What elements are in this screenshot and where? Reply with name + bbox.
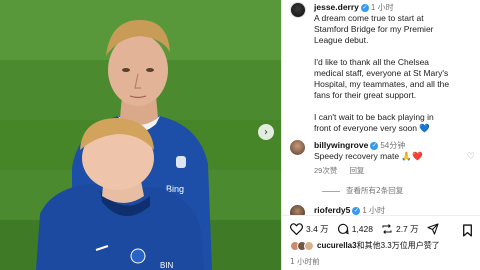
caption-line: Stamford Bridge for my Premier [314, 24, 434, 34]
comment-age: 1 小时 [362, 206, 386, 215]
bookmark-icon [463, 224, 472, 237]
like-button[interactable]: 3.4 万 [290, 223, 329, 235]
comment-likes[interactable]: 29次赞 [314, 166, 337, 175]
comment-button[interactable]: 1,428 [337, 223, 373, 235]
instagram-post-view: Bing BIN › jesse.derry ✓ 1 小时 A dream co… [0, 0, 480, 270]
caption-line: fans for their great support. [314, 90, 417, 100]
reply-button[interactable]: 回复 [349, 166, 364, 175]
liker-avatar [304, 240, 314, 251]
commenter-avatar[interactable] [290, 140, 305, 155]
verified-badge-icon: ✓ [352, 206, 361, 215]
caption-line: medical staff, everyone at St Mary's [314, 68, 449, 78]
author-username[interactable]: jesse.derry [314, 2, 359, 12]
verified-badge-icon: ✓ [370, 141, 379, 150]
verified-badge-icon: ✓ [360, 3, 369, 12]
svg-text:BIN: BIN [160, 261, 174, 270]
caption-line: League debut. [314, 35, 369, 45]
caption-line: Hospital, my teammates, and all the [314, 79, 450, 89]
post-photo: Bing BIN › [0, 0, 281, 270]
next-image-button[interactable]: › [258, 124, 274, 140]
players-illustration: Bing BIN [0, 0, 281, 270]
post-caption: jesse.derry ✓ 1 小时 A dream come true to st… [314, 2, 476, 134]
heart-outline-icon: ♡ [466, 152, 475, 162]
send-button[interactable] [427, 223, 442, 235]
post-author [290, 2, 306, 18]
send-icon [427, 223, 439, 235]
comment-icon [337, 223, 349, 235]
action-bar: 3.4 万 1,428 2.7 万 [290, 222, 473, 237]
likes-count: 3.4 万 [306, 224, 329, 234]
view-replies-label: 查看所有2条回复 [346, 186, 404, 195]
comment-body: billywingrove ✓ 54分钟 Speedy recovery mate … [314, 140, 464, 176]
heart-icon [290, 223, 303, 235]
blue-heart-emoji: 💙 [419, 123, 430, 133]
post-side-panel: jesse.derry ✓ 1 小时 A dream come true to st… [281, 0, 480, 270]
commenter-username[interactable]: billywingrove [314, 140, 368, 150]
commenter-username[interactable]: rioferdy5 [314, 205, 350, 215]
author-avatar[interactable] [290, 2, 306, 18]
comment-text: Speedy recovery mate 🙏❤️ [314, 151, 423, 161]
view-replies-button[interactable]: 查看所有2条回复 [322, 185, 403, 196]
comment-item: rioferdy5 ✓ 1 小时 [290, 205, 475, 215]
commenter-avatar[interactable] [290, 205, 305, 215]
liked-by-user[interactable]: cucurella3 [317, 241, 357, 250]
repost-icon [382, 224, 392, 234]
shares-count: 2.7 万 [395, 224, 419, 234]
section-divider [282, 215, 480, 216]
comments-count: 1,428 [351, 224, 373, 234]
caption-line: A dream come true to start at [314, 13, 424, 23]
comment-body: rioferdy5 ✓ 1 小时 [314, 205, 385, 215]
comment-meta: 29次赞 回复 [314, 165, 464, 176]
chevron-right-icon: › [264, 126, 268, 138]
replies-line-divider [322, 190, 340, 192]
caption-line: front of everyone very soon [314, 123, 418, 133]
repost-button[interactable]: 2.7 万 [381, 223, 419, 235]
caption-line: I can't wait to be back playing in [314, 112, 434, 122]
liked-by-rest: 和其他3.3万位用户赞了 [356, 241, 440, 250]
save-button[interactable] [462, 222, 473, 241]
post-age: 1 小时 [370, 3, 394, 12]
post-timestamp: 1 小时前 [290, 257, 320, 266]
liked-by-summary[interactable]: cucurella3和其他3.3万位用户赞了 [290, 240, 440, 251]
comment-like-button[interactable]: ♡ [467, 152, 475, 162]
comment-age: 54分钟 [380, 141, 406, 150]
caption-line: I'd like to thank all the Chelsea [314, 57, 430, 67]
